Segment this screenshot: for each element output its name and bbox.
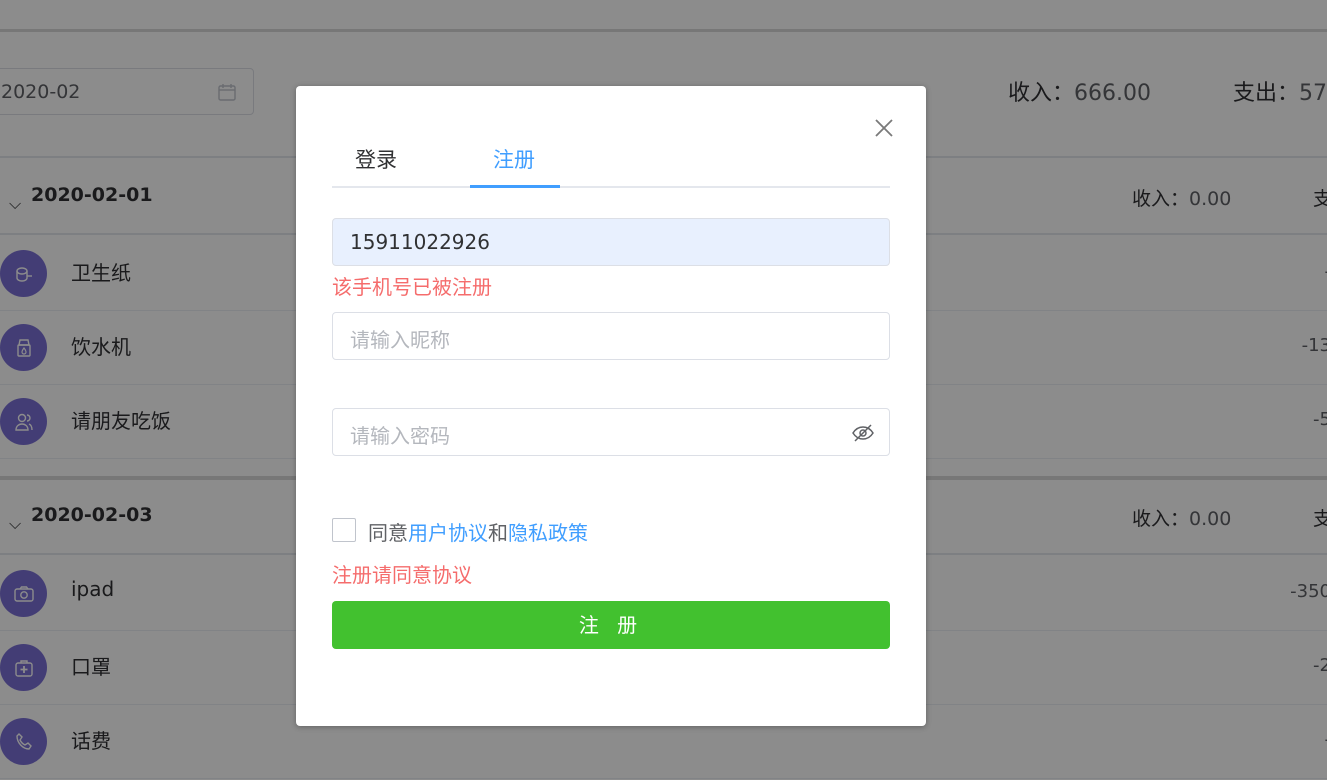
register-dialog: 登录 注册 15911022926 该手机号已被注册 请输入昵称 请输入密码 同… [296, 86, 926, 726]
tab-register[interactable]: 注册 [493, 144, 535, 174]
phone-input-value: 15911022926 [350, 230, 490, 254]
agree-checkbox[interactable] [332, 518, 356, 542]
agree-prefix: 同意 [368, 521, 408, 545]
password-input[interactable]: 请输入密码 [332, 408, 890, 456]
password-placeholder: 请输入密码 [350, 424, 450, 448]
agree-and: 和 [488, 521, 508, 545]
nickname-placeholder: 请输入昵称 [350, 328, 450, 352]
register-button[interactable]: 注 册 [332, 601, 890, 649]
user-agreement-link[interactable]: 用户协议 [408, 521, 488, 545]
phone-error-message: 该手机号已被注册 [332, 275, 492, 299]
nickname-input[interactable]: 请输入昵称 [332, 312, 890, 360]
active-tab-indicator [470, 185, 560, 188]
privacy-policy-link[interactable]: 隐私政策 [508, 521, 588, 545]
close-icon[interactable] [872, 116, 896, 140]
agree-error-message: 注册请同意协议 [332, 563, 472, 587]
tab-login[interactable]: 登录 [355, 144, 397, 174]
auth-tabs: 登录 注册 [332, 138, 890, 188]
agreement-text: 同意用户协议和隐私政策 [368, 517, 588, 546]
eye-off-icon[interactable] [851, 421, 875, 445]
phone-input[interactable]: 15911022926 [332, 218, 890, 266]
